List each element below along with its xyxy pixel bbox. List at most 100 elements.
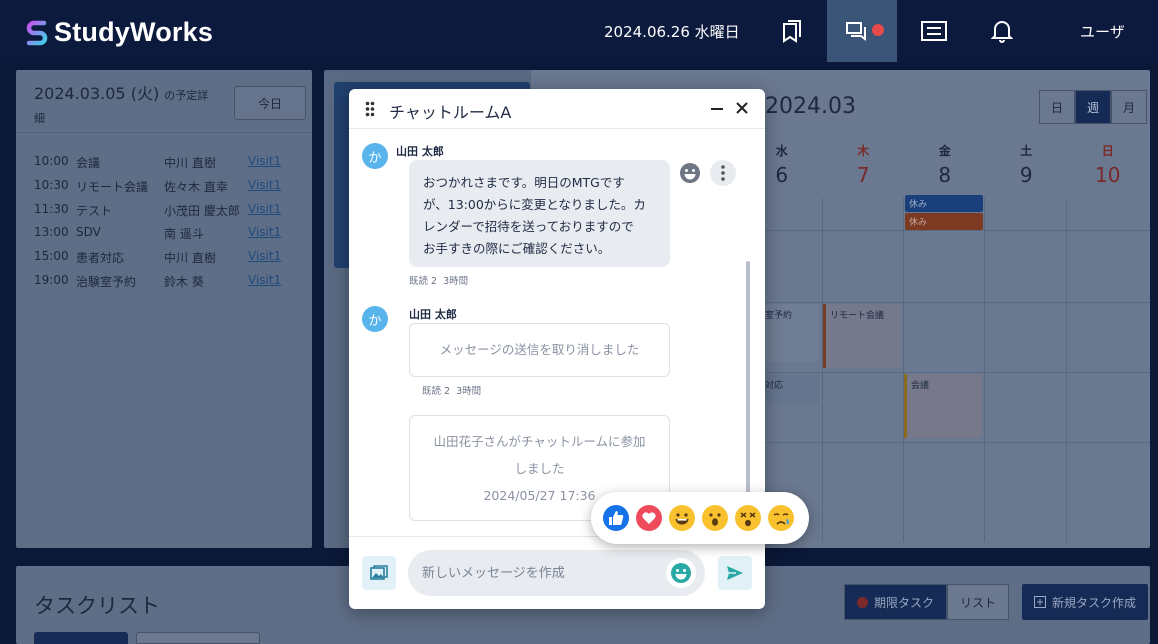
day-header[interactable]: 金8 <box>904 142 986 187</box>
schedule-visit-link[interactable]: Visit1 <box>248 225 281 249</box>
calendar-event[interactable]: 対応 <box>761 374 819 404</box>
view-week-button[interactable]: 週 <box>1075 90 1111 124</box>
dizzy-face-icon <box>740 512 756 527</box>
bell-icon <box>991 21 1013 43</box>
chat-title: チャットルームA <box>389 103 512 122</box>
surprised-reaction[interactable] <box>702 505 728 531</box>
dizzy-reaction[interactable] <box>735 505 761 531</box>
notifications-button[interactable] <box>967 0 1037 62</box>
view-day-button[interactable]: 日 <box>1039 90 1075 124</box>
app-logo[interactable]: StudyWorks <box>26 17 213 48</box>
record-dot-icon <box>857 596 868 608</box>
thumbs-up-reaction[interactable] <box>603 505 629 531</box>
schedule-visit-link[interactable]: Visit1 <box>248 273 281 297</box>
sender-name: 山田 太郎 <box>396 145 444 158</box>
message-meta: 既読 2 3時間 <box>422 383 481 397</box>
minimize-icon <box>711 108 723 110</box>
calendar-event[interactable]: 室予約 <box>761 304 819 362</box>
schedule-name: SDV <box>76 225 101 240</box>
drag-handle-icon[interactable] <box>365 101 375 117</box>
schedule-name: 患者対応 <box>76 251 125 266</box>
schedule-visit-link[interactable]: Visit1 <box>248 249 281 273</box>
schedule-list: 10:00 会議 中川 直樹 Visit1 10:30 リモート会議 佐々木 直幸 Visi… <box>34 154 281 297</box>
schedule-person: 鈴木 葵 <box>164 274 204 289</box>
today-button[interactable]: 今日 <box>234 86 306 120</box>
week-header: 水6 木7 金8 土9 日 10 <box>741 142 1149 187</box>
message-line: お手すきの際にご確認ください。 <box>423 241 611 256</box>
message-menu-button[interactable] <box>710 160 736 186</box>
day-date: 7 <box>856 163 870 187</box>
chat-button[interactable] <box>827 0 897 62</box>
schedule-person: 佐々木 直幸 <box>164 179 228 194</box>
task-list-title: タスクリスト <box>34 594 160 618</box>
day-name: 木 <box>857 144 870 158</box>
deadline-task-button[interactable]: 期限タスク <box>844 584 948 620</box>
list-icon <box>921 21 947 41</box>
day-header[interactable]: 木7 <box>823 142 905 187</box>
schedule-name: テスト <box>76 203 113 218</box>
system-notice-line: しました <box>514 461 565 476</box>
bookmarks-button[interactable] <box>757 0 827 62</box>
chat-icon <box>846 22 866 41</box>
message-input[interactable] <box>408 550 705 596</box>
chat-scrollbar[interactable] <box>746 261 750 493</box>
emoji-picker-button[interactable] <box>666 558 696 588</box>
schedule-visit-link[interactable]: Visit1 <box>248 154 281 178</box>
avatar[interactable]: か <box>362 143 388 169</box>
schedule-person: 南 遥斗 <box>164 227 204 242</box>
schedule-name: 治験室予約 <box>76 274 137 289</box>
message-bubble[interactable]: おつかれさまです。明日のMTGです が、13:00からに変更となりました。カ レ… <box>409 160 670 267</box>
grid-line <box>903 198 904 542</box>
notification-dot <box>872 24 884 36</box>
thumbs-up-icon <box>609 511 624 525</box>
grin-reaction[interactable] <box>669 505 695 531</box>
grid-line <box>984 198 985 542</box>
attach-image-button[interactable] <box>362 556 396 590</box>
schedule-date-text: 2024.03.05 (火) <box>34 84 160 103</box>
message-line: おつかれさまです。明日のMTGです <box>423 175 625 190</box>
list-button[interactable] <box>899 0 969 62</box>
image-icon <box>370 565 388 580</box>
day-header[interactable]: 土9 <box>986 142 1068 187</box>
schedule-date: 2024.03.05 (火) の予定詳 <box>34 80 208 104</box>
message-line: が、13:00からに変更となりました。カ <box>423 197 646 212</box>
heart-reaction[interactable] <box>636 505 662 531</box>
calendar-event[interactable]: リモート会議 <box>823 304 901 368</box>
calendar-event[interactable]: 会議 <box>904 374 982 438</box>
send-icon <box>727 566 743 580</box>
day-header[interactable]: 日 10 <box>1067 142 1149 187</box>
grid-line <box>741 372 1150 373</box>
bookmarks-icon <box>783 20 801 43</box>
system-notice-line: 山田花子さんがチャットルームに参加 <box>433 434 646 449</box>
schedule-visit-link[interactable]: Visit1 <box>248 202 281 226</box>
day-name: 土 <box>1020 144 1033 158</box>
minimize-button[interactable] <box>706 97 728 119</box>
sender-name: 山田 太郎 <box>409 308 457 321</box>
user-menu[interactable]: ユーザ <box>1080 21 1125 42</box>
list-view-button[interactable]: リスト <box>947 584 1010 620</box>
task-tab-active[interactable] <box>34 632 128 644</box>
task-tab[interactable] <box>136 632 260 644</box>
reaction-picker <box>591 492 809 544</box>
send-button[interactable] <box>718 556 752 590</box>
top-bar: StudyWorks 2024.06.26 水曜日 ユーザ <box>0 0 1158 62</box>
close-button[interactable] <box>731 97 753 119</box>
schedule-time: 11:30 <box>34 201 69 216</box>
avatar[interactable]: か <box>362 306 388 332</box>
schedule-time: 10:00 <box>34 154 69 168</box>
add-reaction-button[interactable] <box>677 160 703 186</box>
calendar-event[interactable]: 休み <box>905 213 983 230</box>
new-task-button[interactable]: 新規タスク作成 <box>1022 584 1149 620</box>
schedule-row: 19:00 治験室予約 鈴木 葵 Visit1 <box>34 273 281 297</box>
day-name: 金 <box>938 144 951 158</box>
schedule-visit-link[interactable]: Visit1 <box>248 178 281 202</box>
calendar-event[interactable]: 休み <box>905 195 983 212</box>
current-date: 2024.06.26 水曜日 <box>604 23 740 41</box>
crying-reaction[interactable] <box>768 505 794 531</box>
view-month-button[interactable]: 月 <box>1111 90 1147 124</box>
schedule-date-suffix: の予定詳 <box>164 89 209 102</box>
message-line: レンダーで招待を送っておりますので <box>423 219 634 234</box>
schedule-time: 19:00 <box>34 272 69 287</box>
message-time: 3時間 <box>456 386 482 397</box>
grid-line <box>741 302 1150 303</box>
